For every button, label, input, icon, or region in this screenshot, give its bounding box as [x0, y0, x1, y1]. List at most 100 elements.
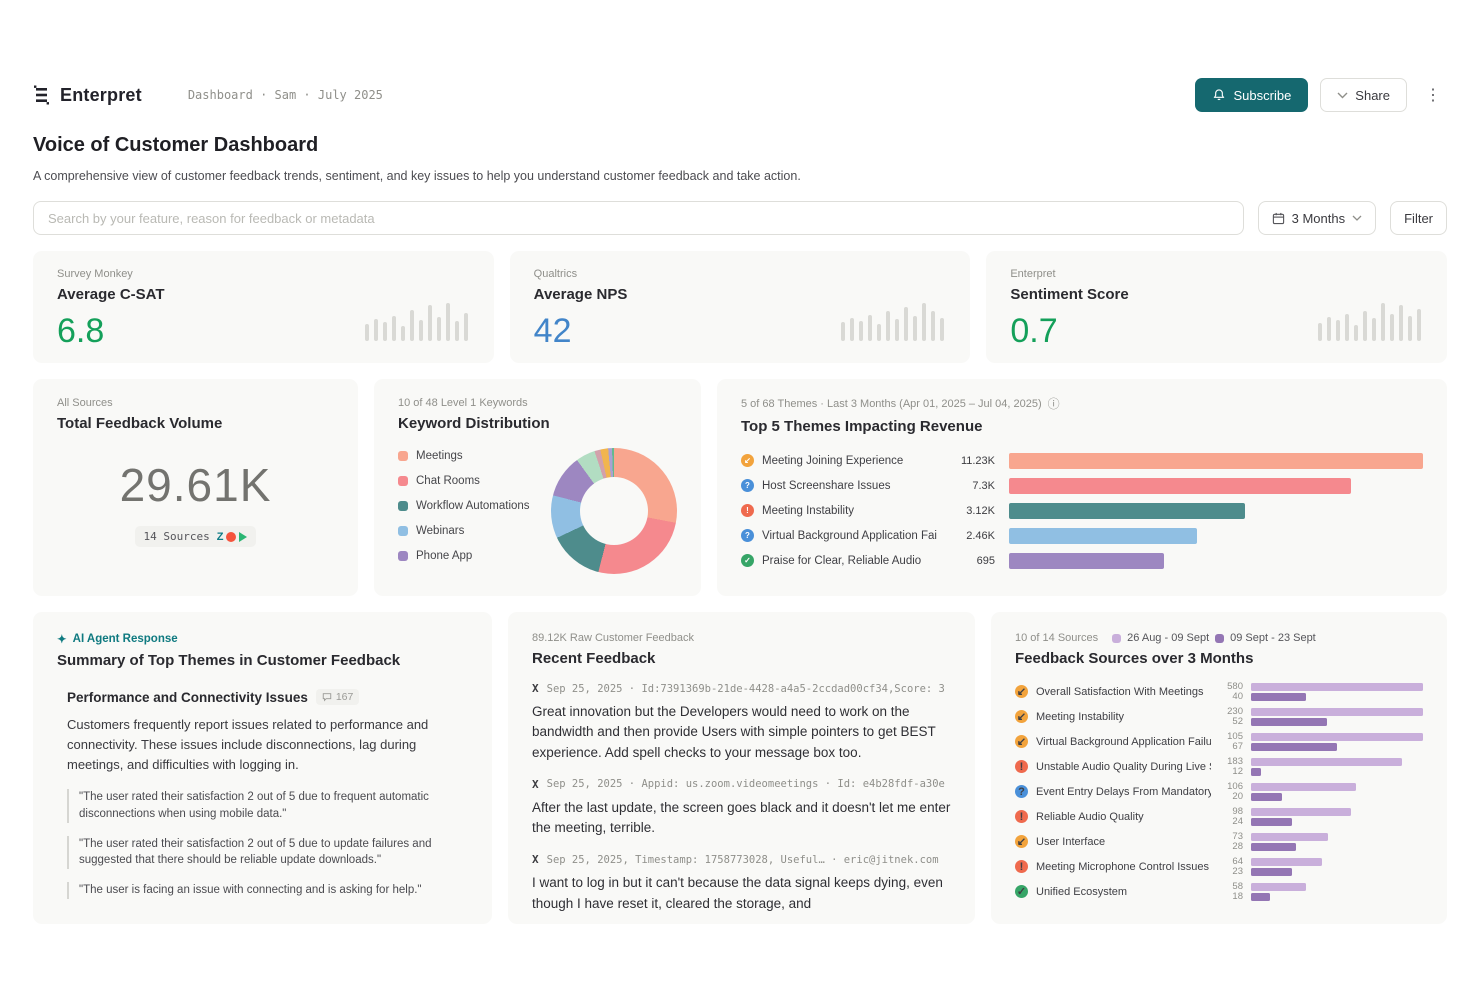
summary-section-heading: Performance and Connectivity Issues: [67, 690, 308, 705]
feedback-entry[interactable]: XSep 25, 2025, Timestamp: 1758773028, Us…: [532, 853, 951, 914]
volume-eyebrow: All Sources: [57, 397, 334, 409]
keyword-legend: MeetingsChat RoomsWorkflow AutomationsWe…: [398, 442, 551, 575]
customer-quote: "The user is facing an issue with connec…: [67, 882, 468, 899]
logo-text: Enterpret: [60, 85, 142, 106]
kpi-source: Enterpret: [1010, 268, 1423, 280]
legend-item: Workflow Automations: [398, 500, 551, 512]
source-row[interactable]: !Meeting Microphone Control Issues6423: [1015, 854, 1423, 879]
sentiment-negative-icon: !: [1015, 810, 1028, 823]
source-row[interactable]: ↙Meeting Instability23052: [1015, 704, 1423, 729]
sources-title: Feedback Sources over 3 Months: [1015, 650, 1423, 667]
feedback-entries: XSep 25, 2025 · Id:7391369b-21de-4428-a4…: [532, 682, 951, 914]
search-input[interactable]: [33, 201, 1244, 235]
source-row[interactable]: ↙Overall Satisfaction With Meetings58040: [1015, 679, 1423, 704]
legend-item: Phone App: [398, 550, 551, 562]
recent-feedback-card: 89.12K Raw Customer Feedback Recent Feed…: [508, 612, 975, 924]
sentiment-mixed-icon: ↙: [741, 454, 754, 467]
enterpret-logo-icon: [33, 85, 51, 105]
theme-row[interactable]: !Meeting Instability3.12K: [741, 498, 1423, 523]
sentiment-positive-icon: ✓: [741, 554, 754, 567]
sentiment-question-icon: ?: [741, 529, 754, 542]
keyword-title: Keyword Distribution: [398, 415, 677, 432]
chevron-down-icon: [1337, 92, 1348, 99]
source-row[interactable]: ↙Virtual Background Application Failur…1…: [1015, 729, 1423, 754]
chevron-down-icon: [1352, 215, 1362, 221]
sources-bar-chart: ↙Overall Satisfaction With Meetings58040…: [1015, 679, 1423, 904]
summary-quotes: "The user rated their satisfaction 2 out…: [67, 789, 468, 898]
kpi-row: Survey Monkey Average C-SAT 6.8 Qualtric…: [33, 251, 1447, 363]
sources-chip[interactable]: 14 Sources Z: [135, 526, 257, 547]
date-range-button[interactable]: 3 Months: [1258, 201, 1376, 235]
subscribe-button[interactable]: Subscribe: [1195, 78, 1308, 112]
source-icon-reddit: [226, 532, 236, 542]
volume-value: 29.61K: [57, 458, 334, 512]
dashboard-page: Enterpret Dashboard · Sam · July 2025 Su…: [0, 76, 1480, 924]
customer-quote: "The user rated their satisfaction 2 out…: [67, 789, 468, 822]
themes-eyebrow: 5 of 68 Themes · Last 3 Months (Apr 01, …: [741, 398, 1042, 410]
share-button[interactable]: Share: [1320, 78, 1407, 112]
volume-title: Total Feedback Volume: [57, 415, 334, 432]
feedback-sources-card: 10 of 14 Sources 26 Aug - 09 Sept09 Sept…: [991, 612, 1447, 924]
filter-button[interactable]: Filter: [1390, 201, 1447, 235]
info-icon[interactable]: ⓘ: [1048, 395, 1060, 412]
enterpret-logo[interactable]: Enterpret: [33, 85, 142, 106]
sparkle-icon: ✦: [57, 632, 67, 646]
kpi-card-sentiment: Enterpret Sentiment Score 0.7: [986, 251, 1447, 363]
middle-row: All Sources Total Feedback Volume 29.61K…: [33, 379, 1447, 596]
sentiment-question-icon: ?: [1015, 785, 1028, 798]
legend-item: Chat Rooms: [398, 475, 551, 487]
bottom-row: ✦ AI Agent Response Summary of Top Theme…: [33, 612, 1447, 924]
theme-row[interactable]: ✓Praise for Clear, Reliable Audio695: [741, 548, 1423, 573]
ai-summary-card: ✦ AI Agent Response Summary of Top Theme…: [33, 612, 492, 924]
more-options-icon[interactable]: ⋮: [1419, 85, 1447, 105]
top-themes-card: 5 of 68 Themes · Last 3 Months (Apr 01, …: [717, 379, 1447, 596]
sentiment-mixed-icon: ↙: [1015, 735, 1028, 748]
source-row[interactable]: ↙User Interface7328: [1015, 829, 1423, 854]
source-icon-googleplay: [239, 532, 247, 542]
x-twitter-icon: X: [532, 778, 539, 791]
bell-icon: [1212, 88, 1226, 102]
sentiment-mixed-icon: ↙: [1015, 835, 1028, 848]
themes-bar-chart: ↙Meeting Joining Experience11.23K?Host S…: [741, 448, 1423, 573]
sources-eyebrow: 10 of 14 Sources: [1015, 632, 1098, 644]
comment-icon: [322, 692, 332, 702]
kpi-sparkline[interactable]: [841, 301, 944, 341]
filter-toolbar: 3 Months Filter: [33, 201, 1447, 235]
theme-row[interactable]: ↙Meeting Joining Experience11.23K: [741, 448, 1423, 473]
source-row[interactable]: ✓Unified Ecosystem5818: [1015, 879, 1423, 904]
theme-row[interactable]: ?Host Screenshare Issues7.3K: [741, 473, 1423, 498]
kpi-card-csat: Survey Monkey Average C-SAT 6.8: [33, 251, 494, 363]
total-volume-card: All Sources Total Feedback Volume 29.61K…: [33, 379, 358, 596]
page-subtitle: A comprehensive view of customer feedbac…: [33, 169, 1447, 183]
source-row[interactable]: ?Event Entry Delays From Mandatory…10620: [1015, 779, 1423, 804]
feedback-eyebrow: 89.12K Raw Customer Feedback: [532, 632, 951, 644]
sentiment-mixed-icon: ↙: [1015, 710, 1028, 723]
sentiment-negative-icon: !: [1015, 760, 1028, 773]
breadcrumb: Dashboard · Sam · July 2025: [188, 88, 383, 102]
feedback-title: Recent Feedback: [532, 650, 951, 667]
sentiment-positive-icon: ✓: [1015, 885, 1028, 898]
customer-quote: "The user rated their satisfaction 2 out…: [67, 836, 468, 869]
x-twitter-icon: X: [532, 682, 539, 695]
kpi-sparkline[interactable]: [1318, 301, 1421, 341]
feedback-entry[interactable]: XSep 25, 2025 · Id:7391369b-21de-4428-a4…: [532, 682, 951, 763]
top-bar: Enterpret Dashboard · Sam · July 2025 Su…: [33, 76, 1447, 114]
keyword-distribution-card: 10 of 48 Level 1 Keywords Keyword Distri…: [374, 379, 701, 596]
x-twitter-icon: X: [532, 853, 539, 866]
sentiment-mixed-icon: ↙: [1015, 685, 1028, 698]
source-row[interactable]: !Reliable Audio Quality9824: [1015, 804, 1423, 829]
feedback-entry[interactable]: XSep 25, 2025 · Appid: us.zoom.videomeet…: [532, 778, 951, 839]
ai-agent-badge: ✦ AI Agent Response: [57, 632, 468, 646]
theme-row[interactable]: ?Virtual Background Application Failures…: [741, 523, 1423, 548]
sources-legend: 26 Aug - 09 Sept09 Sept - 23 Sept: [1112, 632, 1316, 644]
summary-title: Summary of Top Themes in Customer Feedba…: [57, 652, 468, 669]
source-icon-zendesk: Z: [217, 531, 224, 543]
summary-body: Customers frequently report issues relat…: [67, 715, 468, 775]
sentiment-question-icon: ?: [741, 479, 754, 492]
comment-count-chip[interactable]: 167: [316, 689, 360, 705]
source-row[interactable]: !Unstable Audio Quality During Live S…18…: [1015, 754, 1423, 779]
kpi-sparkline[interactable]: [365, 301, 468, 341]
keyword-eyebrow: 10 of 48 Level 1 Keywords: [398, 397, 677, 409]
themes-title: Top 5 Themes Impacting Revenue: [741, 418, 1423, 435]
keyword-donut-chart[interactable]: [551, 448, 677, 574]
